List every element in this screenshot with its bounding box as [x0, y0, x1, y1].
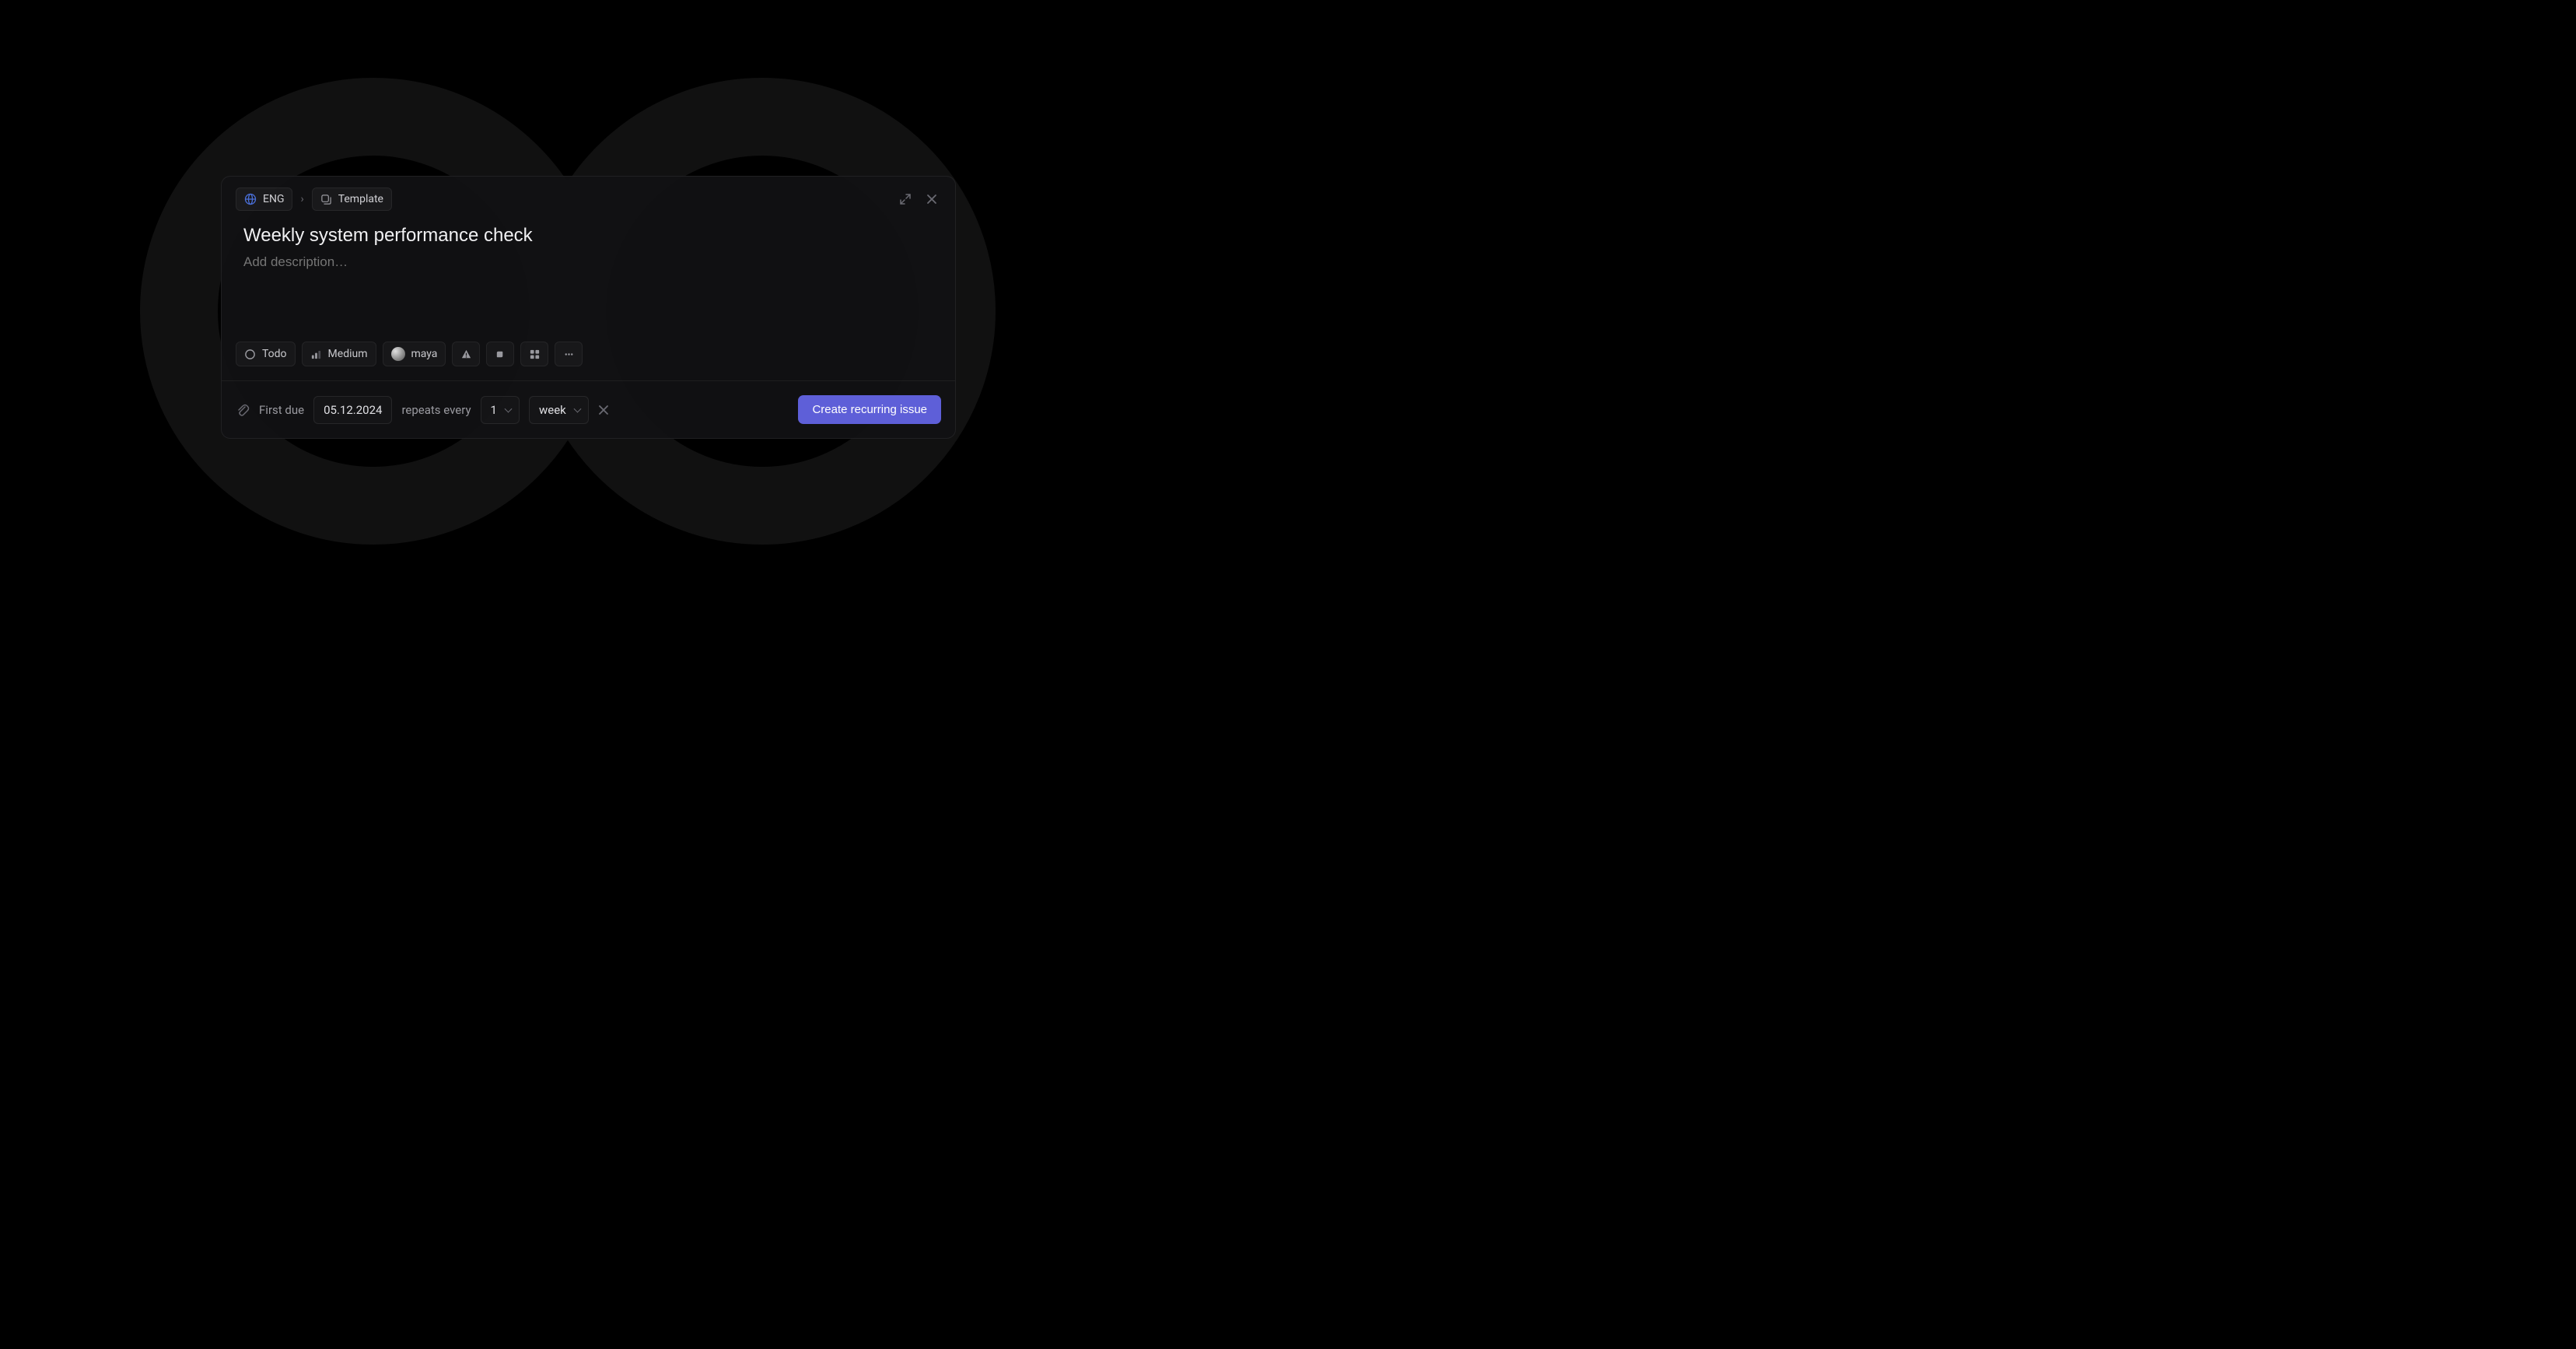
template-icon	[320, 194, 332, 205]
clear-recurrence-button[interactable]	[598, 405, 609, 415]
status-circle-icon	[244, 349, 256, 360]
tag-icon	[495, 349, 506, 360]
issue-title-input[interactable]	[243, 225, 933, 247]
more-horizontal-icon	[563, 349, 575, 360]
repeat-unit-value: week	[539, 403, 566, 417]
modal-footer: First due 05.12.2024 repeats every 1 wee…	[222, 380, 955, 438]
more-properties-button[interactable]	[555, 342, 583, 366]
close-icon	[926, 194, 937, 205]
modal-header: ENG › Template	[222, 177, 955, 211]
project-label: ENG	[263, 193, 284, 205]
grid-icon	[529, 349, 541, 360]
issue-description-input[interactable]	[243, 254, 933, 270]
assignee-chip[interactable]: maya	[383, 342, 446, 366]
first-due-label: First due	[259, 403, 304, 417]
create-issue-modal: ENG › Template	[221, 176, 956, 439]
globe-icon	[244, 193, 257, 205]
repeats-label: repeats every	[401, 403, 471, 417]
priority-bars-icon	[310, 349, 322, 360]
first-due-date-input[interactable]: 05.12.2024	[313, 396, 392, 424]
repeat-count-select[interactable]: 1	[481, 396, 520, 424]
priority-chip[interactable]: Medium	[302, 342, 376, 366]
breadcrumb-separator: ›	[300, 193, 303, 205]
template-chip[interactable]: Template	[312, 187, 392, 211]
repeat-count-value: 1	[491, 403, 497, 417]
expand-icon	[900, 194, 911, 205]
warning-triangle-icon	[460, 349, 472, 360]
template-label: Template	[338, 193, 383, 205]
expand-button[interactable]	[896, 190, 915, 208]
create-recurring-issue-button[interactable]: Create recurring issue	[798, 395, 941, 424]
paperclip-icon	[236, 403, 250, 417]
status-label: Todo	[262, 348, 287, 360]
submit-label: Create recurring issue	[812, 403, 927, 416]
repeat-unit-select[interactable]: week	[529, 396, 589, 424]
label-chip[interactable]	[452, 342, 480, 366]
tag-chip[interactable]	[486, 342, 514, 366]
assignee-label: maya	[411, 348, 438, 360]
priority-label: Medium	[328, 348, 368, 360]
close-button[interactable]	[922, 190, 941, 208]
first-due-value: 05.12.2024	[324, 403, 382, 417]
modal-body	[222, 211, 955, 289]
avatar	[391, 347, 405, 361]
properties-row: Todo Medium maya	[222, 289, 955, 380]
attachment-button[interactable]	[236, 403, 250, 417]
project-chip-small[interactable]	[520, 342, 548, 366]
status-chip[interactable]: Todo	[236, 342, 296, 366]
close-icon	[598, 405, 609, 415]
project-chip[interactable]: ENG	[236, 187, 292, 211]
